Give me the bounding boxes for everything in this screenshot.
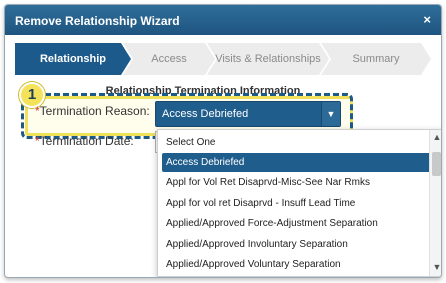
dropdown-option[interactable]: Appl for vol ret Disaprvd - Insuff Lead … [162, 194, 432, 213]
chevron-down-icon[interactable]: ▼ [430, 262, 441, 274]
chevron-down-icon[interactable]: ▼ [321, 102, 340, 126]
scrollbar-thumb[interactable] [432, 152, 441, 176]
termination-reason-dropdown-list[interactable]: Select One Access Debriefed Appl for Vol… [157, 129, 441, 277]
remove-relationship-wizard: Remove Relationship Wizard × Relationshi… [4, 4, 442, 278]
close-icon[interactable]: × [423, 12, 431, 27]
termination-reason-select[interactable]: Access Debriefed ▼ [155, 101, 341, 127]
dropdown-scrollbar[interactable]: ▲ ▼ [429, 130, 441, 276]
termination-date-label: *Termination Date: [35, 134, 134, 148]
chevron-up-icon[interactable]: ▲ [430, 132, 441, 144]
step-access[interactable]: Access [123, 43, 215, 75]
step-relationship[interactable]: Relationship [15, 43, 131, 75]
step-visits-relationships[interactable]: Visits & Relationships [207, 43, 329, 75]
wizard-steps: Relationship Access Visits & Relationshi… [15, 43, 431, 75]
dropdown-option[interactable]: Applied/Approved Force-Adjustment Separa… [162, 214, 432, 233]
dialog-titlebar: Remove Relationship Wizard × [5, 5, 441, 35]
termination-reason-label-text: Termination Reason: [39, 104, 150, 118]
step-summary[interactable]: Summary [321, 43, 431, 75]
dropdown-option[interactable]: Appl for Vol Ret Disaprvd-Misc-See Nar R… [162, 173, 432, 192]
termination-date-label-text: Termination Date: [39, 134, 134, 148]
dropdown-option[interactable]: Applied/Approved Involuntary Separation [162, 235, 432, 254]
termination-reason-label: *Termination Reason: [35, 104, 150, 118]
dialog-title: Remove Relationship Wizard [15, 14, 180, 28]
dropdown-option-selected[interactable]: Access Debriefed [162, 153, 432, 172]
dropdown-option[interactable]: Applied/Approved Voluntary Separation [162, 255, 432, 274]
dropdown-option[interactable]: Select One [162, 133, 432, 152]
termination-reason-value: Access Debriefed [162, 108, 249, 120]
